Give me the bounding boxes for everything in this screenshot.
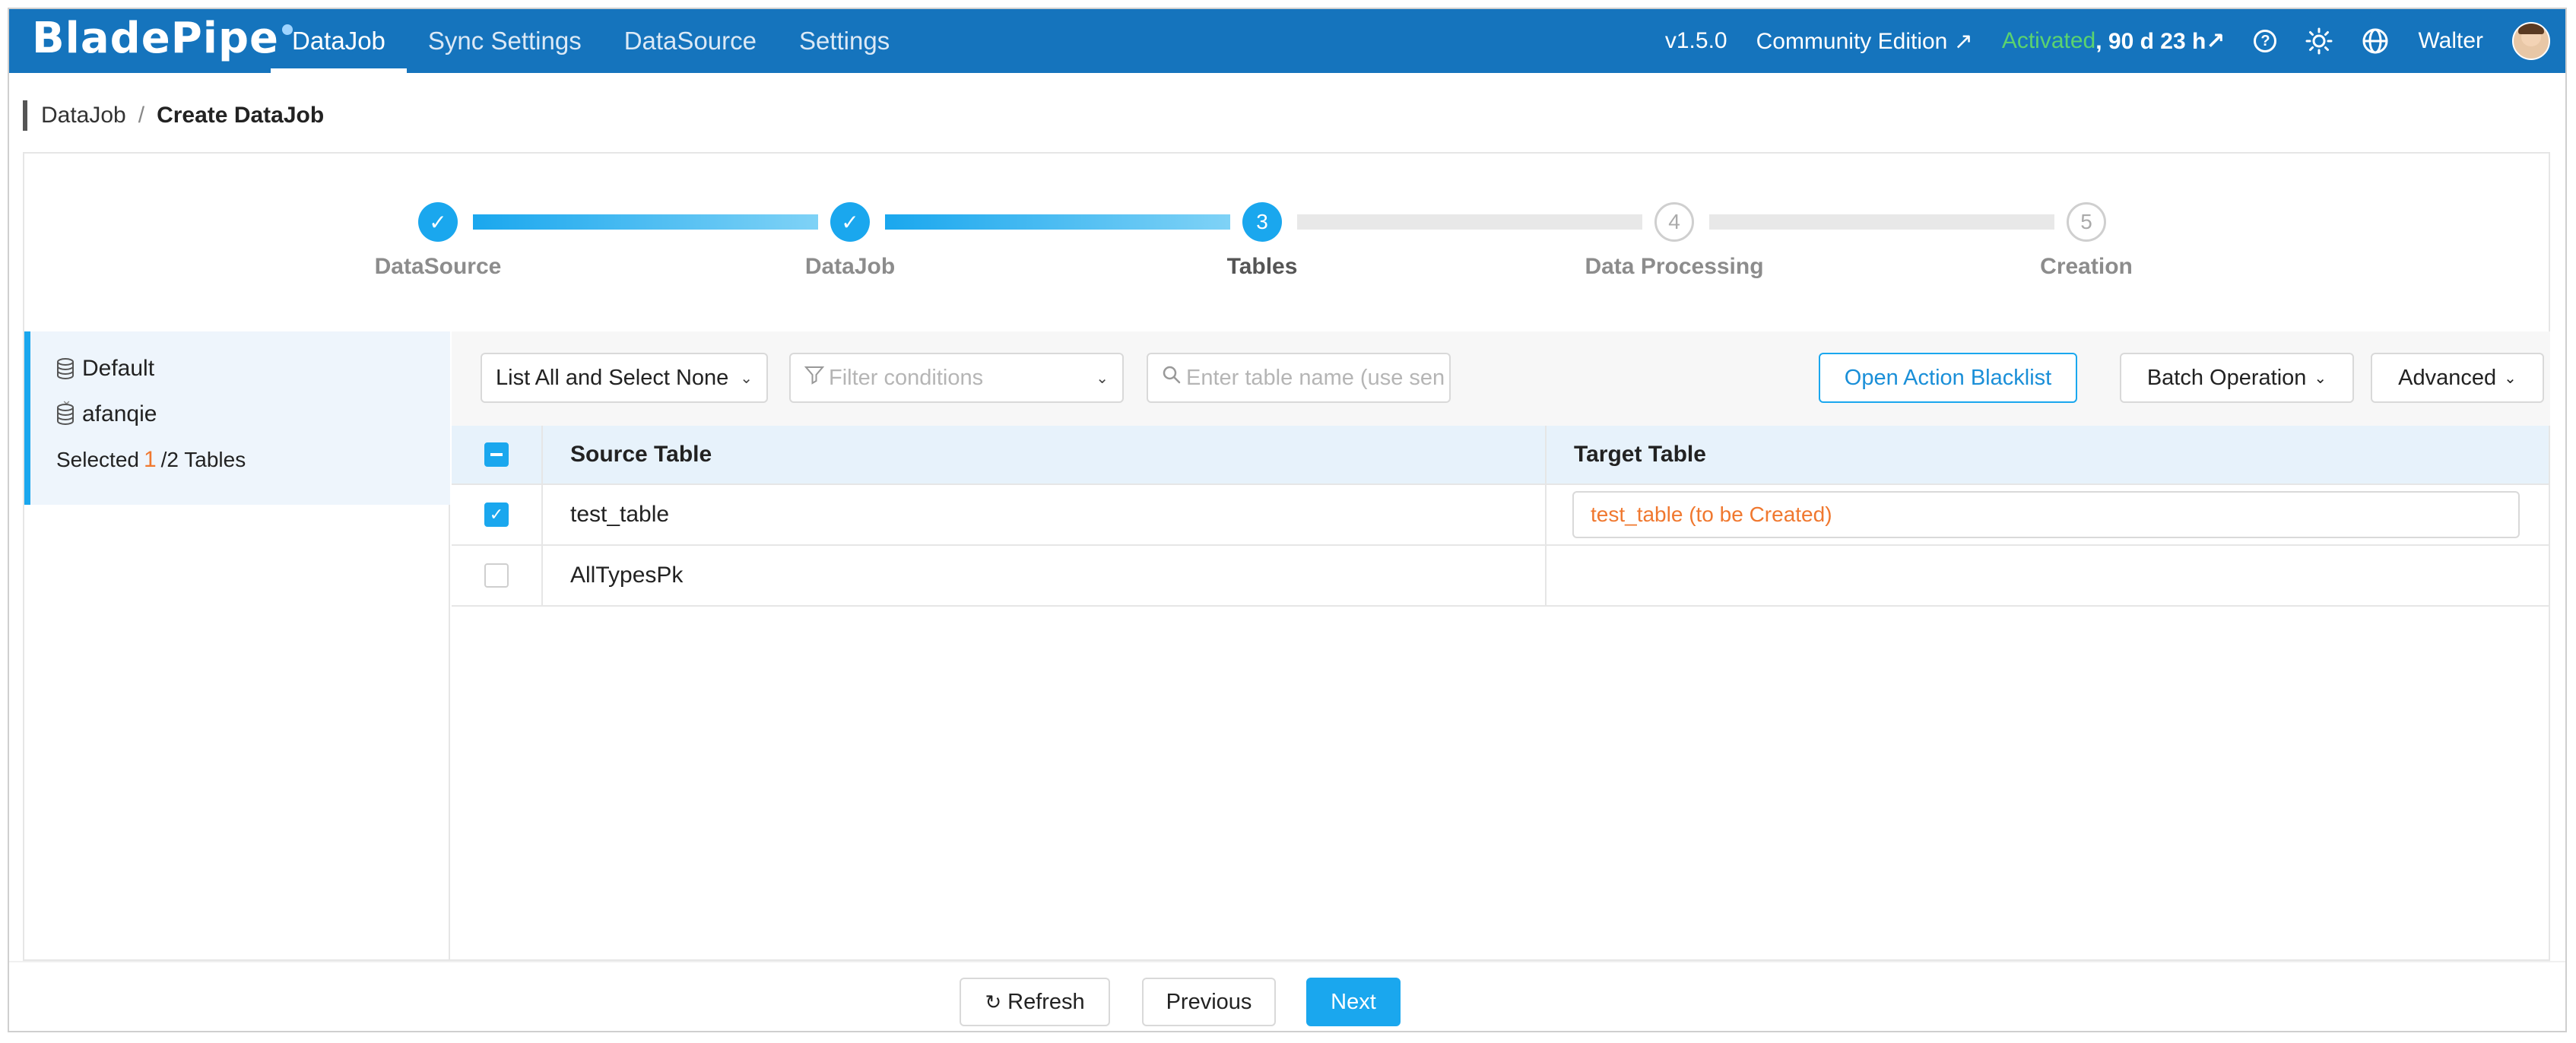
table-header: Source Table Target Table [452,426,2549,485]
database-icon [56,358,75,380]
nav-item-sync-settings[interactable]: Sync Settings [407,9,603,73]
target-table-input[interactable]: test_table (to be Created) [1572,491,2520,538]
previous-button[interactable]: Previous [1142,978,1276,1026]
refresh-label: Refresh [1007,989,1085,1014]
selected-suffix: /2 Tables [160,448,246,471]
datasource-tree-panel: Default ⌄ afanqie Selected 1/2 Tables [24,331,450,961]
refresh-button[interactable]: ↻ Refresh [960,978,1110,1026]
refresh-icon: ↻ [985,990,1002,1013]
theme-sun-icon[interactable] [2305,27,2333,55]
target-table-cell: test_table (to be Created) [1547,485,2549,544]
tables-table: Source Table Target Table ✓ test_table t… [452,426,2549,607]
breadcrumb: DataJob / Create DataJob [23,100,324,131]
open-action-blacklist-button[interactable]: Open Action Blacklist [1819,353,2077,403]
tree-schema-afanqie[interactable]: afanqie [56,401,157,427]
logo-text: BladePipe [32,14,280,63]
step-3-label: Tables [1226,254,1298,279]
step-5-circle: 5 [2067,202,2106,242]
app-window: BladePipe DataJob Sync Settings DataSour… [8,8,2567,1032]
wizard-steps: ✓ DataSource ✓ DataJob 3 Tables 4 Data P… [24,154,2549,330]
step-3-circle: 3 [1242,202,1282,242]
chevron-down-icon: ⌄ [1096,369,1109,387]
batch-operation-label: Batch Operation [2146,365,2307,390]
nav-menu: DataJob Sync Settings DataSource Setting… [271,9,911,73]
step-1-check-icon: ✓ [418,202,458,242]
step-4-connector [1709,214,2054,230]
select-all-cell [452,426,543,483]
row-check-cell: ✓ [452,485,543,544]
nav-item-datasource[interactable]: DataSource [603,9,778,73]
tree-root-default[interactable]: Default [56,356,154,382]
version-label: v1.5.0 [1664,28,1727,53]
tree-schema-label: afanqie [82,401,157,426]
list-mode-value: List All and Select None [496,365,729,390]
help-icon[interactable]: ? [2254,30,2277,52]
step-2-label: DataJob [804,254,896,279]
step-1-label: DataSource [374,254,502,279]
wizard-footer: ↻ Refresh Previous Next [9,961,2565,1031]
list-mode-select[interactable]: List All and Select None ⌄ [481,353,768,403]
nav-right: v1.5.0 Community Edition ↗ Activated , 9… [1636,9,2550,73]
batch-operation-button[interactable]: Batch Operation ⌄ [2120,353,2354,403]
header-source-table: Source Table [543,426,1547,483]
step-4-circle: 4 [1654,202,1694,242]
selected-prefix: Selected [56,448,139,471]
tree-selected-node[interactable]: Default ⌄ afanqie Selected 1/2 Tables [24,331,450,505]
advanced-button[interactable]: Advanced ⌄ [2371,353,2544,403]
step-3-connector [1297,214,1642,230]
language-globe-icon[interactable] [2362,27,2389,55]
step-4-label: Data Processing [1585,254,1764,279]
chevron-down-icon: ⌄ [740,369,753,387]
header-target-table: Target Table [1574,442,1706,467]
select-all-checkbox[interactable] [484,442,509,467]
activated-label: Activated [2001,28,2096,53]
logo[interactable]: BladePipe [32,14,293,63]
edition-link[interactable]: Community Edition ↗ [1756,28,1973,55]
step-2-connector [885,214,1230,230]
table-row[interactable]: AllTypesPk [452,546,2549,607]
create-datajob-panel: ✓ DataSource ✓ DataJob 3 Tables 4 Data P… [23,152,2550,961]
tree-root-label: Default [82,356,155,381]
breadcrumb-parent[interactable]: DataJob [41,103,126,128]
search-placeholder: Enter table name (use sen [1186,365,1445,390]
avatar[interactable] [2512,22,2550,60]
selected-tables-count: Selected 1/2 Tables [56,447,246,473]
advanced-label: Advanced [2398,365,2497,390]
selected-count: 1 [143,447,157,472]
source-table-name: AllTypesPk [543,546,1547,605]
next-button[interactable]: Next [1306,978,1401,1026]
row-checkbox[interactable] [484,563,509,588]
filter-placeholder: Filter conditions [829,365,984,390]
filter-conditions-select[interactable]: Filter conditions ⌄ [789,353,1124,403]
filter-icon [804,365,825,391]
table-search-input[interactable]: Enter table name (use sen [1147,353,1451,403]
table-row[interactable]: ✓ test_table test_table (to be Created) [452,485,2549,546]
tables-panel: List All and Select None ⌄ Filter condit… [452,331,2550,961]
breadcrumb-separator: / [138,103,145,128]
database-icon [56,404,75,426]
row-checkbox[interactable]: ✓ [484,502,509,527]
remaining-time: , 90 d 23 h↗ [2095,28,2225,54]
step-1-connector [473,214,818,230]
license-status[interactable]: Activated , 90 d 23 h↗ [2002,28,2225,55]
tables-toolbar: List All and Select None ⌄ Filter condit… [452,331,2550,426]
search-icon [1162,365,1182,391]
nav-item-settings[interactable]: Settings [778,9,911,73]
step-2-check-icon: ✓ [830,202,870,242]
row-check-cell [452,546,543,605]
source-table-name: test_table [543,485,1547,544]
top-nav: BladePipe DataJob Sync Settings DataSour… [9,9,2565,73]
nav-item-datajob[interactable]: DataJob [271,9,407,73]
chevron-down-icon: ⌄ [2504,369,2517,387]
chevron-down-icon: ⌄ [2314,369,2327,387]
target-table-cell [1547,546,2549,605]
breadcrumb-current: Create DataJob [157,103,325,128]
step-5-label: Creation [2040,254,2133,279]
user-name[interactable]: Walter [2418,28,2483,54]
